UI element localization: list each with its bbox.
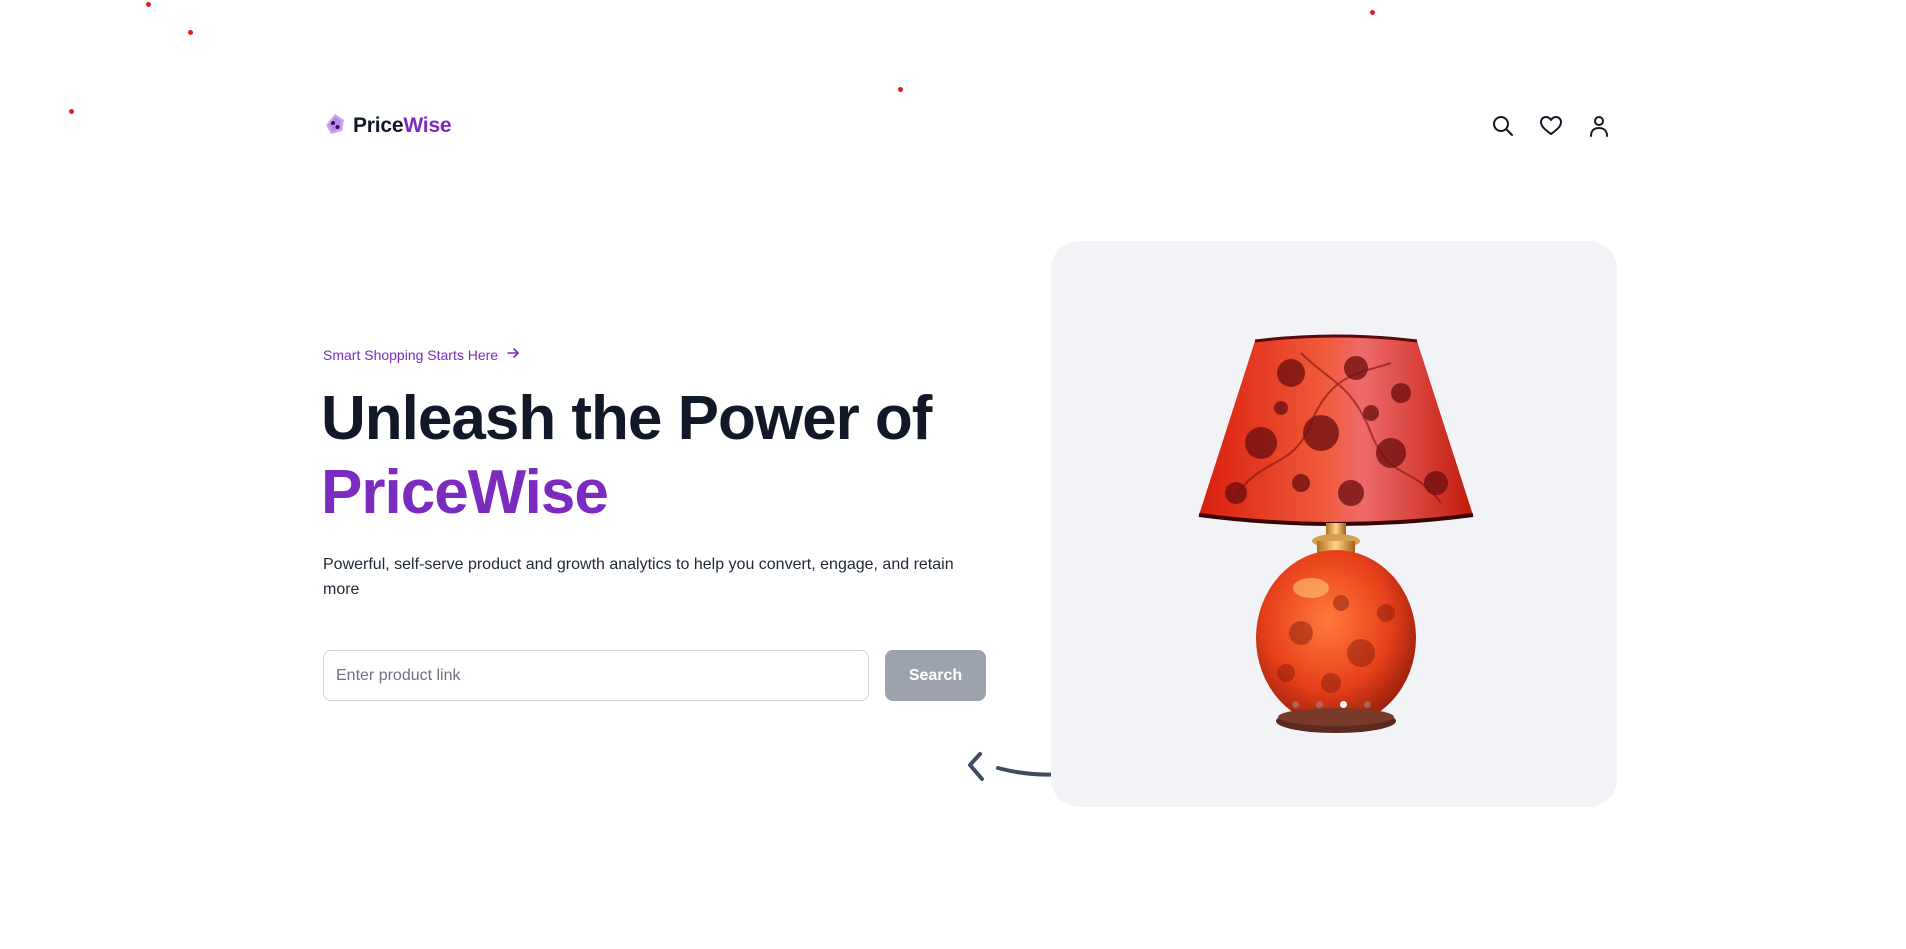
lamp-image <box>1198 334 1474 733</box>
decor-dot <box>146 2 151 7</box>
search-icon[interactable] <box>1489 112 1517 140</box>
hero-title-brand: PriceWise <box>321 458 609 527</box>
carousel-dot[interactable] <box>1316 701 1323 708</box>
decor-dot <box>1370 10 1375 15</box>
logo-link[interactable]: PriceWise <box>323 112 452 141</box>
product-carousel <box>1051 241 1617 807</box>
logo-text: PriceWise <box>353 114 452 138</box>
carousel-dot-active[interactable] <box>1340 701 1347 708</box>
user-icon[interactable] <box>1585 112 1613 140</box>
carousel-indicators <box>1292 701 1371 708</box>
decor-dot <box>898 87 903 92</box>
product-link-input[interactable] <box>323 650 869 701</box>
price-tag-icon <box>323 112 347 141</box>
heart-icon[interactable] <box>1537 112 1565 140</box>
decor-dot <box>69 109 74 114</box>
decor-dot <box>188 30 193 35</box>
tagline-text: Smart Shopping Starts Here <box>323 346 499 363</box>
carousel-dot[interactable] <box>1292 701 1299 708</box>
arrow-right-icon <box>506 346 520 363</box>
hero-title: Unleash the Power of PriceWise <box>321 382 932 530</box>
carousel-dot[interactable] <box>1364 701 1371 708</box>
navbar: PriceWise <box>323 110 1613 142</box>
logo-text-wise: Wise <box>403 114 452 137</box>
hero-title-line1: Unleash the Power of <box>321 384 932 453</box>
nav-icons <box>1489 112 1613 140</box>
logo-text-price: Price <box>353 114 404 137</box>
search-button[interactable]: Search <box>885 650 986 701</box>
hero-subtitle: Powerful, self-serve product and growth … <box>323 556 954 598</box>
tagline-link[interactable]: Smart Shopping Starts Here <box>323 346 520 363</box>
